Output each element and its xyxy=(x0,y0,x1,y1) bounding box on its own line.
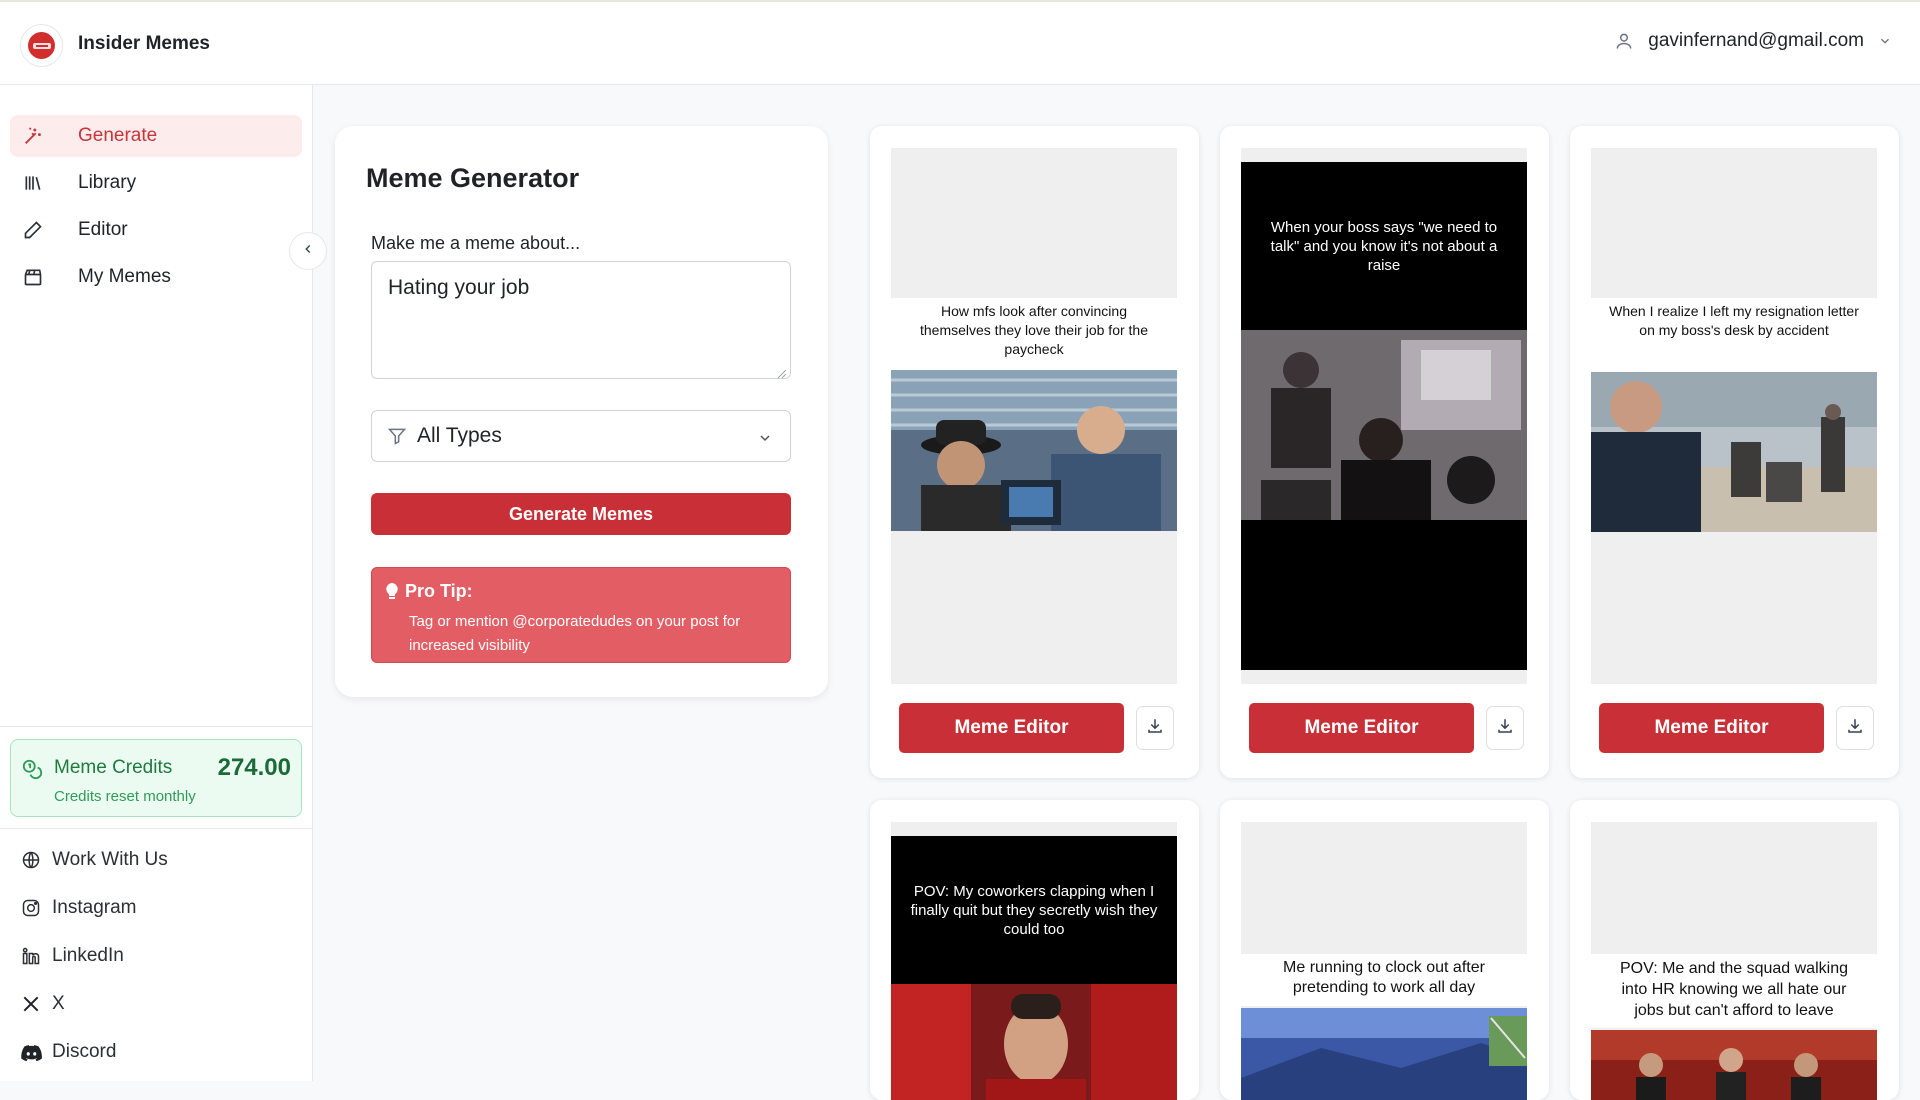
meme-editor-button[interactable]: Meme Editor xyxy=(899,703,1124,753)
sidebar-divider xyxy=(0,828,313,829)
lightbulb-icon xyxy=(386,583,398,604)
link-label: Instagram xyxy=(52,897,137,918)
credits-reset-note: Credits reset monthly xyxy=(54,788,196,805)
meme-image xyxy=(1591,1030,1877,1100)
meme-image xyxy=(1241,1008,1527,1100)
meme-preview[interactable]: Me running to clock out after pretending… xyxy=(1241,822,1527,1100)
app-logo[interactable] xyxy=(20,24,63,67)
meme-caption: POV: My coworkers clapping when I finall… xyxy=(891,836,1177,984)
meme-preview[interactable]: How mfs look after convincing themselves… xyxy=(891,148,1177,684)
meme-generator-panel: Meme Generator Make me a meme about... H… xyxy=(335,126,828,697)
sidebar-item-library[interactable]: Library xyxy=(10,162,302,204)
credits-value: 274.00 xyxy=(217,754,291,781)
meme-caption: Me running to clock out after pretending… xyxy=(1241,954,1527,1006)
user-menu[interactable]: gavinfernand@gmail.com xyxy=(1614,30,1892,52)
meme-card: How mfs look after convincing themselves… xyxy=(870,126,1199,778)
download-button[interactable] xyxy=(1136,706,1174,750)
link-linkedin[interactable]: LinkedIn xyxy=(20,945,124,967)
pro-tip-title: Pro Tip: xyxy=(405,581,473,601)
panel-title: Meme Generator xyxy=(366,163,580,193)
magic-wand-icon xyxy=(21,124,45,148)
meme-caption: When I realize I left my resignation let… xyxy=(1591,298,1877,372)
link-instagram[interactable]: Instagram xyxy=(20,897,136,919)
download-icon xyxy=(1496,717,1514,740)
pro-tip-text: Tag or mention @corporatedudes on your p… xyxy=(409,613,741,654)
resize-grip-icon[interactable] xyxy=(777,366,787,384)
clapperboard-icon xyxy=(21,265,45,289)
meme-image xyxy=(1591,372,1877,532)
discord-icon xyxy=(20,1041,42,1063)
instagram-icon xyxy=(20,897,42,919)
meme-card: When your boss says "we need to talk" an… xyxy=(1220,126,1549,778)
user-icon xyxy=(1614,31,1634,51)
meme-caption: POV: Me and the squad walking into HR kn… xyxy=(1591,954,1877,1028)
pro-tip-box: Pro Tip: Tag or mention @corporatedudes … xyxy=(371,567,791,663)
globe-icon xyxy=(20,849,42,871)
link-x[interactable]: X xyxy=(20,993,65,1015)
link-label: X xyxy=(52,993,65,1014)
filter-icon xyxy=(387,426,407,446)
meme-preview[interactable]: When I realize I left my resignation let… xyxy=(1591,148,1877,684)
sidebar-item-label: Library xyxy=(78,172,137,193)
download-icon xyxy=(1846,717,1864,740)
pencil-icon xyxy=(21,218,45,242)
download-button[interactable] xyxy=(1486,706,1524,750)
user-email: gavinfernand@gmail.com xyxy=(1648,30,1864,51)
sidebar-item-my-memes[interactable]: My Memes xyxy=(10,256,302,298)
logo-badge xyxy=(28,32,55,59)
meme-image xyxy=(891,984,1177,1100)
linkedin-icon xyxy=(20,945,42,967)
sidebar-item-generate[interactable]: Generate xyxy=(10,115,302,157)
library-icon xyxy=(21,171,45,195)
meme-credits-panel: Meme Credits 274.00 Credits reset monthl… xyxy=(10,739,302,817)
sidebar-item-label: My Memes xyxy=(78,266,171,287)
app-title: Insider Memes xyxy=(78,33,210,54)
download-icon xyxy=(1146,717,1164,740)
link-label: Work With Us xyxy=(52,849,168,870)
credits-label: Meme Credits xyxy=(54,757,173,778)
chevron-down-icon xyxy=(757,428,773,452)
sidebar-item-editor[interactable]: Editor xyxy=(10,209,302,251)
sidebar-divider xyxy=(0,726,313,727)
meme-preview[interactable]: When your boss says "we need to talk" an… xyxy=(1241,148,1527,684)
meme-image xyxy=(1241,330,1527,520)
collapse-sidebar-button[interactable] xyxy=(289,232,327,270)
link-label: LinkedIn xyxy=(52,945,124,966)
meme-card: POV: My coworkers clapping when I finall… xyxy=(870,800,1199,1100)
link-discord[interactable]: Discord xyxy=(20,1041,116,1063)
x-icon xyxy=(20,993,42,1015)
link-label: Discord xyxy=(52,1041,117,1062)
meme-caption: When your boss says "we need to talk" an… xyxy=(1241,162,1527,330)
sidebar-item-label: Editor xyxy=(78,219,128,240)
generate-memes-button[interactable]: Generate Memes xyxy=(371,493,791,535)
prompt-label: Make me a meme about... xyxy=(371,233,581,253)
meme-card: POV: Me and the squad walking into HR kn… xyxy=(1570,800,1899,1100)
chevron-left-icon xyxy=(301,242,315,261)
meme-preview[interactable]: POV: My coworkers clapping when I finall… xyxy=(891,822,1177,1100)
sidebar-item-label: Generate xyxy=(78,125,158,146)
meme-type-select[interactable]: All Types xyxy=(371,410,791,462)
meme-editor-button[interactable]: Meme Editor xyxy=(1249,703,1474,753)
meme-preview[interactable]: POV: Me and the squad walking into HR kn… xyxy=(1591,822,1877,1100)
sidebar: Generate Library Editor My Memes Meme Cr… xyxy=(0,85,313,1081)
meme-card: When I realize I left my resignation let… xyxy=(1570,126,1899,778)
download-button[interactable] xyxy=(1836,706,1874,750)
top-header: Insider Memes gavinfernand@gmail.com xyxy=(0,0,1920,85)
prompt-input[interactable]: Hating your job xyxy=(371,261,791,379)
meme-image xyxy=(891,370,1177,531)
coins-icon xyxy=(21,758,43,785)
meme-caption: How mfs look after convincing themselves… xyxy=(891,298,1177,370)
meme-editor-button[interactable]: Meme Editor xyxy=(1599,703,1824,753)
link-work-with-us[interactable]: Work With Us xyxy=(20,849,168,871)
select-value: All Types xyxy=(417,424,502,447)
chevron-down-icon xyxy=(1878,34,1892,48)
meme-card: Me running to clock out after pretending… xyxy=(1220,800,1549,1100)
